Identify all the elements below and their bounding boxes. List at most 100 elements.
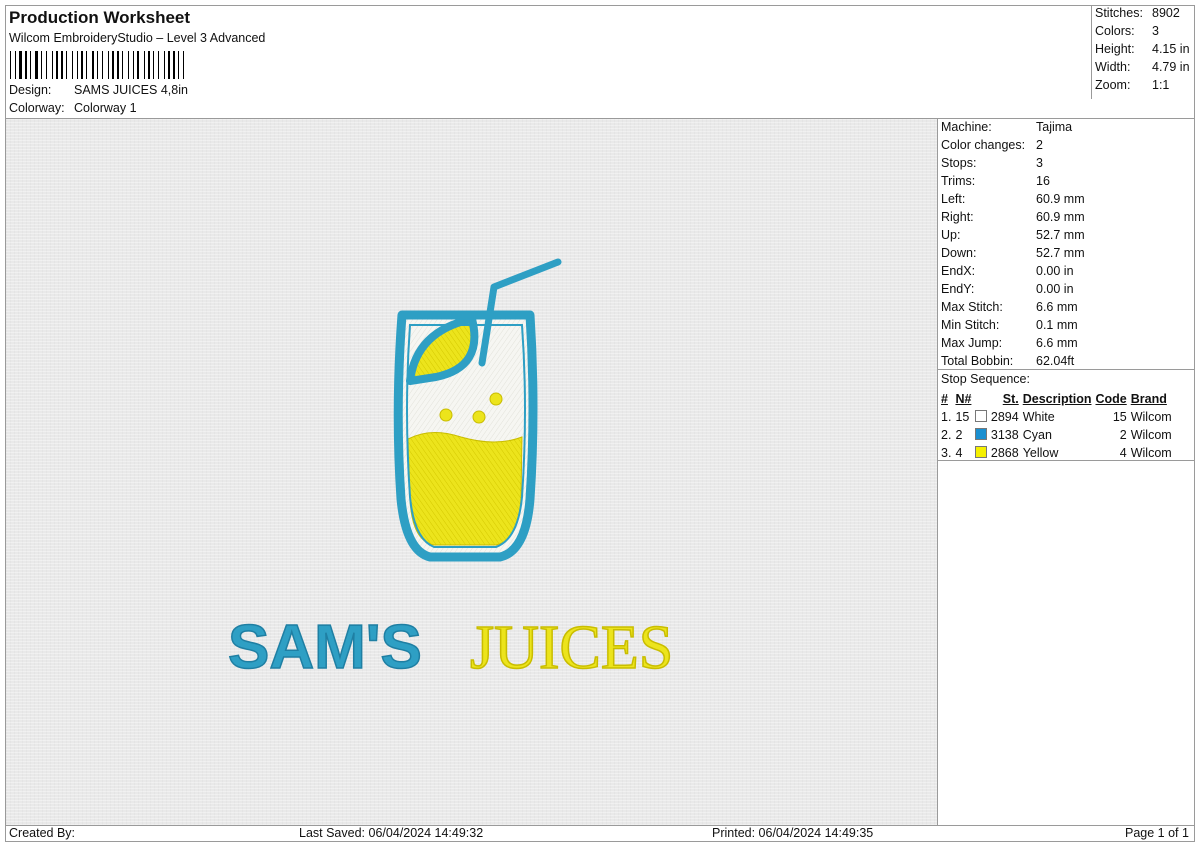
machine-row-label: Min Stitch: [941,318,1000,332]
footer-bar [5,825,1195,842]
barcode-bar [164,51,165,79]
machine-row-value: 60.9 mm [1036,192,1085,206]
bubble-1 [439,408,453,422]
machine-row-value: 52.7 mm [1036,228,1085,242]
bubble-3 [489,392,503,406]
machine-row: Color changes: 2 [941,138,1043,152]
color-code: 2 [1119,428,1127,442]
barcode-bar [46,51,47,79]
color-swatch [975,446,988,458]
row-index: 2. [941,428,952,442]
last-saved: Last Saved: 06/04/2024 14:49:32 [299,826,484,840]
page-number: Page 1 of 1 [1125,826,1189,840]
machine-row: Stops: 3 [941,156,1043,170]
stat-height: Height: 4.15 in [1095,42,1190,56]
row-index: 1. [941,410,952,424]
machine-row-label: Stops: [941,156,977,170]
barcode-bar [137,51,139,79]
stop-sequence-title: Stop Sequence: [941,372,1030,386]
barcode-bar [158,51,159,79]
barcode-bar [86,51,87,79]
barcode-bar [10,51,11,79]
stat-zoom: Zoom: 1:1 [1095,78,1170,92]
barcode-bar [92,51,94,79]
stat-width: Width: 4.79 in [1095,60,1190,74]
column-header: Code [1095,392,1127,406]
machine-row-label: Left: [941,192,966,206]
machine-row-value: 3 [1036,156,1043,170]
barcode-bar [183,51,184,79]
worksheet-title: Production Worksheet [9,8,191,27]
machine-row: Max Stitch: 6.6 mm [941,300,1078,314]
machine-row-label: Right: [941,210,974,224]
colorway-name: Colorway 1 [74,101,137,115]
barcode-bar [122,51,123,79]
design-label: Design: [9,83,52,97]
machine-row: Min Stitch: 0.1 mm [941,318,1078,332]
machine-row-value: 16 [1036,174,1050,188]
machine-row-value: 0.1 mm [1036,318,1078,332]
machine-row: Down: 52.7 mm [941,246,1085,260]
software-name: Wilcom EmbroideryStudio – Level 3 Advanc… [9,31,266,45]
needle-number: 2 [955,428,963,442]
design-name: SAMS JUICES 4,8in [74,83,188,97]
juice-glass-logo [393,258,562,562]
machine-row: Trims: 16 [941,174,1050,188]
machine-row: Max Jump: 6.6 mm [941,336,1078,350]
barcode-bar [56,51,58,79]
barcode-bar [41,51,42,79]
embroidery-design: SAM'S JUICES [227,258,674,683]
needle-number: 15 [955,410,970,424]
machine-row-value: 6.6 mm [1036,300,1078,314]
barcode-bar [30,51,31,79]
barcode-bar [168,51,170,79]
barcode-bar [19,51,22,79]
machine-row-label: EndY: [941,282,975,296]
divider [937,369,1195,370]
juice-fill [407,432,523,546]
barcode-bar [173,51,175,79]
barcode-bar [117,51,119,79]
machine-row: Up: 52.7 mm [941,228,1085,242]
column-header: St. [1002,392,1019,406]
stitch-cell: 3138 [973,426,1020,444]
machine-info-panel [937,118,1195,826]
machine-row: Left: 60.9 mm [941,192,1085,206]
column-header: N# [955,392,972,406]
machine-row-label: Down: [941,246,977,260]
barcode-bar [144,51,145,79]
barcode-bar [102,51,103,79]
color-description: Cyan [1022,428,1052,442]
barcode-bar [128,51,129,79]
barcode-bar [153,51,154,79]
machine-row-label: Max Jump: [941,336,1003,350]
divider [937,460,1195,461]
stat-colors: Colors: 3 [1095,24,1159,38]
column-header: Brand [1130,392,1167,406]
barcode-bar [97,51,98,79]
machine-row-label: Max Stitch: [941,300,1003,314]
stitch-count: 3138 [990,428,1019,442]
printed-date: Printed: 06/04/2024 14:49:35 [712,826,874,840]
machine-row: EndY: 0.00 in [941,282,1074,296]
machine-row-label: Up: [941,228,961,242]
machine-row-value: 2 [1036,138,1043,152]
color-description: White [1022,410,1055,424]
machine-row-label: EndX: [941,264,976,278]
stitch-count: 2894 [990,410,1019,424]
machine-row: Total Bobbin: 62.04ft [941,354,1074,368]
barcode-bar [77,51,78,79]
stop-sequence-table: # N# St. Description Code Brand 1. 15 2894 Whit… [939,390,1174,462]
machine-row-value: 52.7 mm [1036,246,1085,260]
design-row: Design: SAMS JUICES 4,8in [9,83,188,97]
machine-row: Right: 60.9 mm [941,210,1085,224]
machine-row: EndX: 0.00 in [941,264,1074,278]
barcode-bar [15,51,16,79]
barcode-bar [66,51,67,79]
logo-text-juices: JUICES [470,614,673,682]
machine-row-value: Tajima [1036,120,1073,134]
barcode-bar [35,51,38,79]
thread-brand: Wilcom [1130,410,1172,424]
machine-row-label: Total Bobbin: [941,354,1014,368]
machine-row-value: 0.00 in [1036,282,1074,296]
